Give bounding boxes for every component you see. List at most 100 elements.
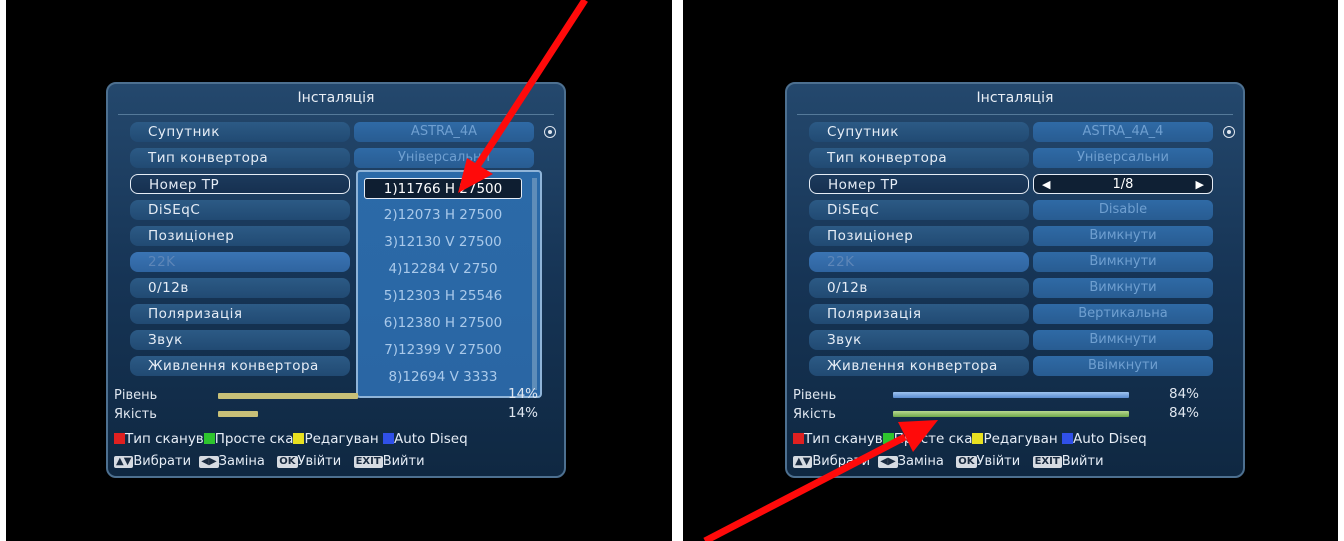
row-diseqc[interactable]: DiSEqC [809,200,1029,220]
exit-key-icon: EXIT [353,456,383,468]
tp-number-value: 1/8 [1112,177,1134,192]
color-key-legend: Тип сканув Просте ска Редагуван Auto Diseq [114,431,468,447]
row-polarization[interactable]: Поляризація [809,304,1029,324]
green-key-icon [882,433,894,444]
row-diseqc[interactable]: DiSEqC [130,200,350,220]
dropdown-scrollbar[interactable] [532,178,537,390]
legend-auto-diseqc: Auto Diseq [393,431,468,447]
legend-auto-diseqc: Auto Diseq [1072,431,1147,447]
row-satellite[interactable]: Супутник [130,122,350,142]
row-tp-number[interactable]: Номер TP [809,174,1029,194]
satellite-value[interactable]: ASTRA_4A [354,122,534,142]
row-polarization[interactable]: Поляризація [130,304,350,324]
dropdown-item[interactable]: 8)12694 V 3333 [364,367,522,388]
left-screenshot: Інсталяція Супутник ASTRA_4A Тип конверт… [6,0,672,541]
row-sound[interactable]: Звук [130,330,350,350]
title-divider [118,114,554,115]
diseqc-value[interactable]: Disable [1033,200,1213,220]
exit-key-icon: EXIT [1032,456,1062,468]
legend-simple-scan: Просте ска [214,431,294,447]
nav-select: Вибрати [812,454,871,469]
ok-key-icon: OK [956,456,977,468]
0-12v-value[interactable]: Вимкнути [1033,278,1213,298]
quality-bar [218,411,258,417]
red-key-icon [114,433,125,444]
nav-change: Заміна [897,454,944,469]
legend-edit: Редагуван [304,431,379,447]
row-sound[interactable]: Звук [809,330,1029,350]
lnb-type-value[interactable]: Універсальни [354,148,534,168]
legend-edit: Редагуван [983,431,1058,447]
tp-number-selector[interactable]: ◀ 1/8 ▶ [1033,174,1213,194]
nav-select: Вибрати [133,454,192,469]
leftright-key-icon: ◀▶ [199,456,219,468]
row-0-12v[interactable]: 0/12в [809,278,1029,298]
quality-percent: 14% [508,405,539,421]
left-arrow-icon[interactable]: ◀ [1042,175,1050,195]
row-tp-number[interactable]: Номер TP [130,174,350,194]
level-label: Рівень [114,388,158,403]
installation-menu: Інсталяція Супутник ASTRA_4A_4 Тип конве… [785,82,1245,478]
sound-value[interactable]: Вимкнути [1033,330,1213,350]
legend-scan-type: Тип сканув [804,431,883,447]
row-lnb-type[interactable]: Тип конвертора [130,148,350,168]
red-key-icon [793,433,804,444]
level-percent: 84% [1169,386,1200,402]
row-satellite[interactable]: Супутник [809,122,1029,142]
row-lnb-power[interactable]: Живлення конвертора [809,356,1029,376]
dropdown-item[interactable]: 7)12399 V 27500 [364,340,522,361]
title-divider [797,114,1233,115]
quality-bar [893,411,1129,417]
level-percent: 14% [508,386,539,402]
dropdown-item[interactable]: 3)12130 V 27500 [364,232,522,253]
level-bar [218,393,358,399]
legend-simple-scan: Просте ска [893,431,973,447]
right-arrow-icon[interactable]: ▶ [1196,175,1204,195]
nav-exit: Вийти [382,454,425,469]
updown-key-icon: ▲▼ [793,456,813,468]
radio-icon [1223,126,1235,138]
radio-icon [544,126,556,138]
row-22k: 22K [809,252,1029,272]
dropdown-item[interactable]: 6)12380 H 27500 [364,313,522,334]
leftright-key-icon: ◀▶ [878,456,898,468]
level-label: Рівень [793,388,837,403]
dropdown-item[interactable]: 2)12073 H 27500 [364,205,522,226]
right-screenshot: Інсталяція Супутник ASTRA_4A_4 Тип конве… [683,0,1338,541]
quality-label: Якість [114,407,157,422]
level-bar [893,392,1129,398]
row-lnb-power[interactable]: Живлення конвертора [130,356,350,376]
22k-value: Вимкнути [1033,252,1213,272]
row-0-12v[interactable]: 0/12в [130,278,350,298]
menu-title: Інсталяція [976,90,1054,106]
nav-hints: ▲▼ Вибрати ◀▶ Заміна OK Увійти EXIT Вийти [114,454,425,469]
yellow-key-icon [972,433,984,444]
nav-exit: Вийти [1061,454,1104,469]
polarization-value[interactable]: Вертикальна [1033,304,1213,324]
blue-key-icon [1061,433,1073,444]
lnb-power-value[interactable]: Ввімкнути [1033,356,1213,376]
dropdown-item[interactable]: 4)12284 V 2750 [364,259,522,280]
row-positioner[interactable]: Позиціонер [809,226,1029,246]
tp-dropdown-list[interactable]: 1)11766 H 27500 2)12073 H 27500 3)12130 … [356,170,542,398]
row-positioner[interactable]: Позиціонер [130,226,350,246]
green-key-icon [203,433,215,444]
row-lnb-type[interactable]: Тип конвертора [809,148,1029,168]
quality-percent: 84% [1169,405,1200,421]
quality-label: Якість [793,407,836,422]
blue-key-icon [382,433,394,444]
lnb-type-value[interactable]: Універсальни [1033,148,1213,168]
dropdown-item[interactable]: 5)12303 H 25546 [364,286,522,307]
installation-menu: Інсталяція Супутник ASTRA_4A Тип конверт… [106,82,566,478]
menu-title: Інсталяція [297,90,375,106]
satellite-value[interactable]: ASTRA_4A_4 [1033,122,1213,142]
positioner-value[interactable]: Вимкнути [1033,226,1213,246]
nav-change: Заміна [218,454,265,469]
dropdown-item[interactable]: 1)11766 H 27500 [364,178,522,199]
nav-enter: Увійти [297,454,342,469]
color-key-legend: Тип сканув Просте ска Редагуван Auto Diseq [793,431,1147,447]
row-22k: 22K [130,252,350,272]
yellow-key-icon [293,433,305,444]
legend-scan-type: Тип сканув [125,431,204,447]
nav-enter: Увійти [976,454,1021,469]
